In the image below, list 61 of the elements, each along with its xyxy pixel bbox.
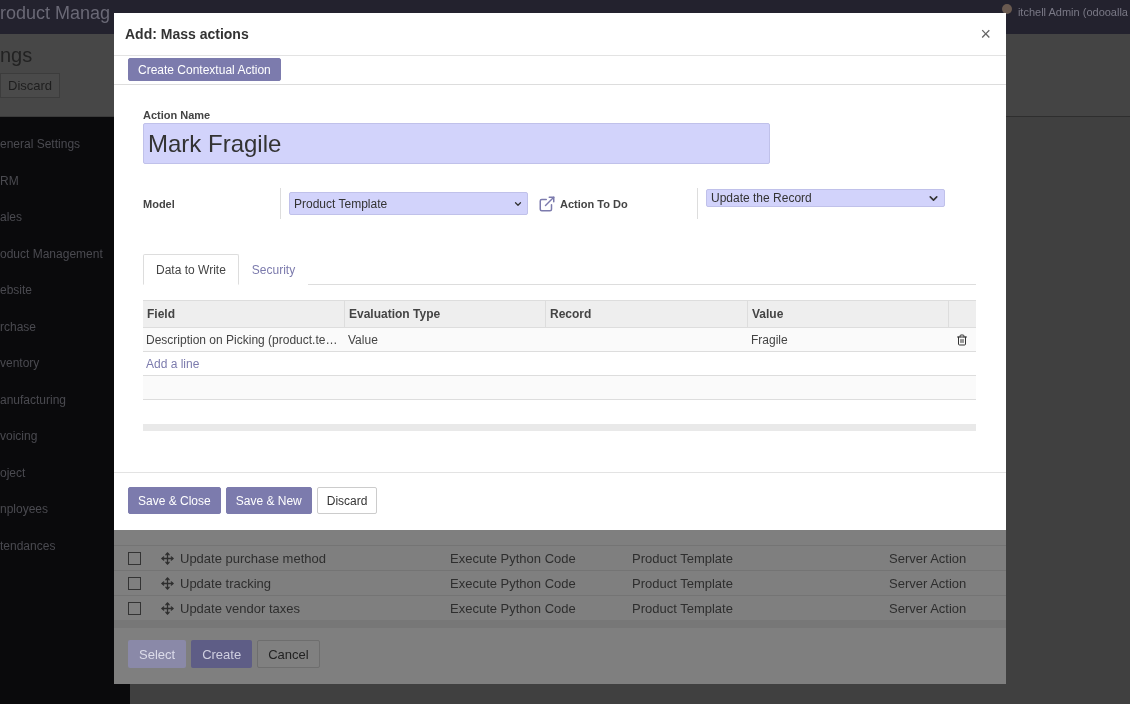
- list-cell-text: Update purchase method: [180, 550, 327, 566]
- external-link-icon[interactable]: [538, 194, 556, 213]
- list-cell-text: Execute Python Code: [450, 575, 577, 591]
- field-label: Action To Do: [560, 197, 629, 210]
- column-header[interactable]: Evaluation Type: [345, 301, 546, 327]
- avatar-icon: [1001, 4, 1012, 14]
- contextual-action-button[interactable]: Create Contextual Action: [128, 58, 281, 81]
- table-cell-text: Value: [347, 332, 379, 347]
- sidebar-item[interactable]: ebsite: [0, 283, 33, 320]
- discard-button[interactable]: Discard: [316, 487, 378, 514]
- add-line-link[interactable]: Add a line: [143, 356, 203, 371]
- secondary-button[interactable]: Cancel: [257, 640, 320, 668]
- table-cell-text: Fragile: [750, 332, 789, 347]
- save-button[interactable]: Save & Close: [128, 487, 221, 514]
- sidebar-item[interactable]: anufacturing: [0, 392, 67, 429]
- drag-handle-icon[interactable]: [161, 551, 174, 565]
- list-cell-text: Update vendor taxes: [180, 600, 301, 616]
- row-checkbox[interactable]: [128, 576, 141, 590]
- list-cell-text: Server Action: [889, 550, 968, 566]
- list-cell-text: Execute Python Code: [450, 550, 577, 566]
- sidebar-item[interactable]: ales: [0, 210, 22, 247]
- sidebar-item[interactable]: tendances: [0, 538, 56, 575]
- sidebar-item[interactable]: rchase: [0, 319, 37, 356]
- trash-icon[interactable]: [956, 333, 968, 346]
- sidebar-item[interactable]: voicing: [0, 429, 38, 466]
- primary-button[interactable]: Create: [191, 640, 253, 668]
- list-cell-text: Server Action: [889, 575, 968, 591]
- list-cell-text: Server Action: [889, 600, 968, 616]
- action-name-field[interactable]: Mark Fragile: [143, 123, 770, 164]
- field-label: Action Name: [143, 109, 212, 121]
- action-select[interactable]: Update the Record: [706, 189, 945, 207]
- drag-handle-icon[interactable]: [161, 601, 174, 615]
- model-select[interactable]: Product Template: [289, 192, 528, 215]
- list-cell-text: Product Template: [632, 575, 734, 591]
- table-cell-text: Description on Picking (product.te…: [145, 332, 339, 347]
- sidebar-item[interactable]: oject: [0, 465, 26, 502]
- column-header[interactable]: Value: [748, 301, 949, 327]
- drag-handle-icon[interactable]: [161, 576, 174, 590]
- list-cell-text: Product Template: [632, 600, 734, 616]
- row-checkbox[interactable]: [128, 601, 141, 615]
- close-button[interactable]: ×: [976, 23, 995, 45]
- sidebar-item[interactable]: nployees: [0, 502, 49, 539]
- column-header[interactable]: Record: [546, 301, 748, 327]
- list-cell-text: Execute Python Code: [450, 600, 577, 616]
- list-cell-text: Product Template: [632, 550, 734, 566]
- sidebar-item[interactable]: ventory: [0, 356, 40, 393]
- list-row[interactable]: Update vendor taxes Execute Python Code Product Template Server Action: [114, 595, 1006, 620]
- sidebar-item[interactable]: RM: [0, 173, 19, 210]
- sidebar-item[interactable]: eneral Settings: [0, 137, 81, 174]
- row-checkbox[interactable]: [128, 551, 141, 565]
- list-row[interactable]: Update tracking Execute Python Code Product Template Server Action: [114, 570, 1006, 595]
- sidebar-item[interactable]: oduct Management: [0, 246, 103, 283]
- tab[interactable]: Data to Write: [143, 254, 239, 285]
- field-label: Model: [143, 197, 176, 210]
- user-menu[interactable]: itchell Admin (odooalla: [1017, 6, 1128, 18]
- dialog-title: Add: Mass actions: [125, 26, 249, 42]
- app-title: roduct Manag: [0, 3, 111, 24]
- list-row[interactable]: Update purchase method Execute Python Code Product Template Server Action: [114, 545, 1006, 570]
- column-header[interactable]: Field: [143, 301, 345, 327]
- save-button[interactable]: Save & New: [225, 487, 312, 514]
- list-cell-text: Update tracking: [180, 575, 273, 591]
